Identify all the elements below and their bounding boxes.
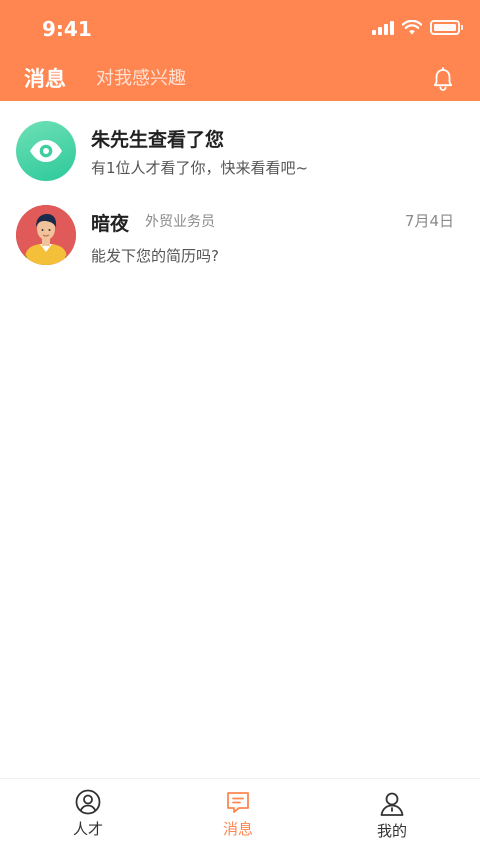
nav-item-talent[interactable]: 人才 [8, 779, 168, 853]
tab-interested-in-me[interactable]: 对我感兴趣 [96, 65, 186, 93]
message-item-chat[interactable]: 暗夜 外贸业务员 7月4日 能发下您的简历吗? [0, 185, 480, 269]
avatar [16, 205, 76, 265]
tab-messages[interactable]: 消息 [24, 65, 66, 93]
app-header: 9:41 消息 对我感兴趣 [0, 0, 480, 101]
profile-icon [380, 792, 404, 816]
nav-label-messages: 消息 [222, 820, 253, 838]
message-subtitle: 有1位人才看了你，快来看看吧~ [91, 159, 309, 177]
message-preview: 能发下您的简历吗? [91, 247, 219, 265]
message-item-viewed[interactable]: 朱先生查看了您 有1位人才看了你，快来看看吧~ [0, 101, 480, 185]
nav-label-profile: 我的 [376, 822, 407, 840]
message-title: 朱先生查看了您 [91, 129, 225, 151]
signal-icon [372, 20, 394, 35]
battery-icon [430, 20, 463, 35]
contact-name: 暗夜 [91, 213, 130, 235]
nav-item-profile[interactable]: 我的 [312, 779, 472, 853]
eye-avatar [16, 121, 76, 181]
bell-icon[interactable] [432, 67, 454, 91]
wifi-icon [402, 20, 422, 35]
status-time: 9:41 [42, 17, 92, 41]
eye-icon [30, 140, 62, 162]
person-avatar-icon [16, 205, 76, 265]
message-date: 7月4日 [404, 212, 454, 230]
message-icon [227, 792, 249, 813]
talent-icon [75, 789, 101, 815]
bottom-nav: 人才 消息 我的 [0, 778, 480, 853]
nav-item-messages[interactable]: 消息 [158, 779, 318, 853]
status-icons [372, 20, 463, 35]
status-bar: 9:41 [0, 0, 480, 56]
nav-label-talent: 人才 [72, 820, 103, 838]
contact-role: 外贸业务员 [145, 214, 215, 230]
